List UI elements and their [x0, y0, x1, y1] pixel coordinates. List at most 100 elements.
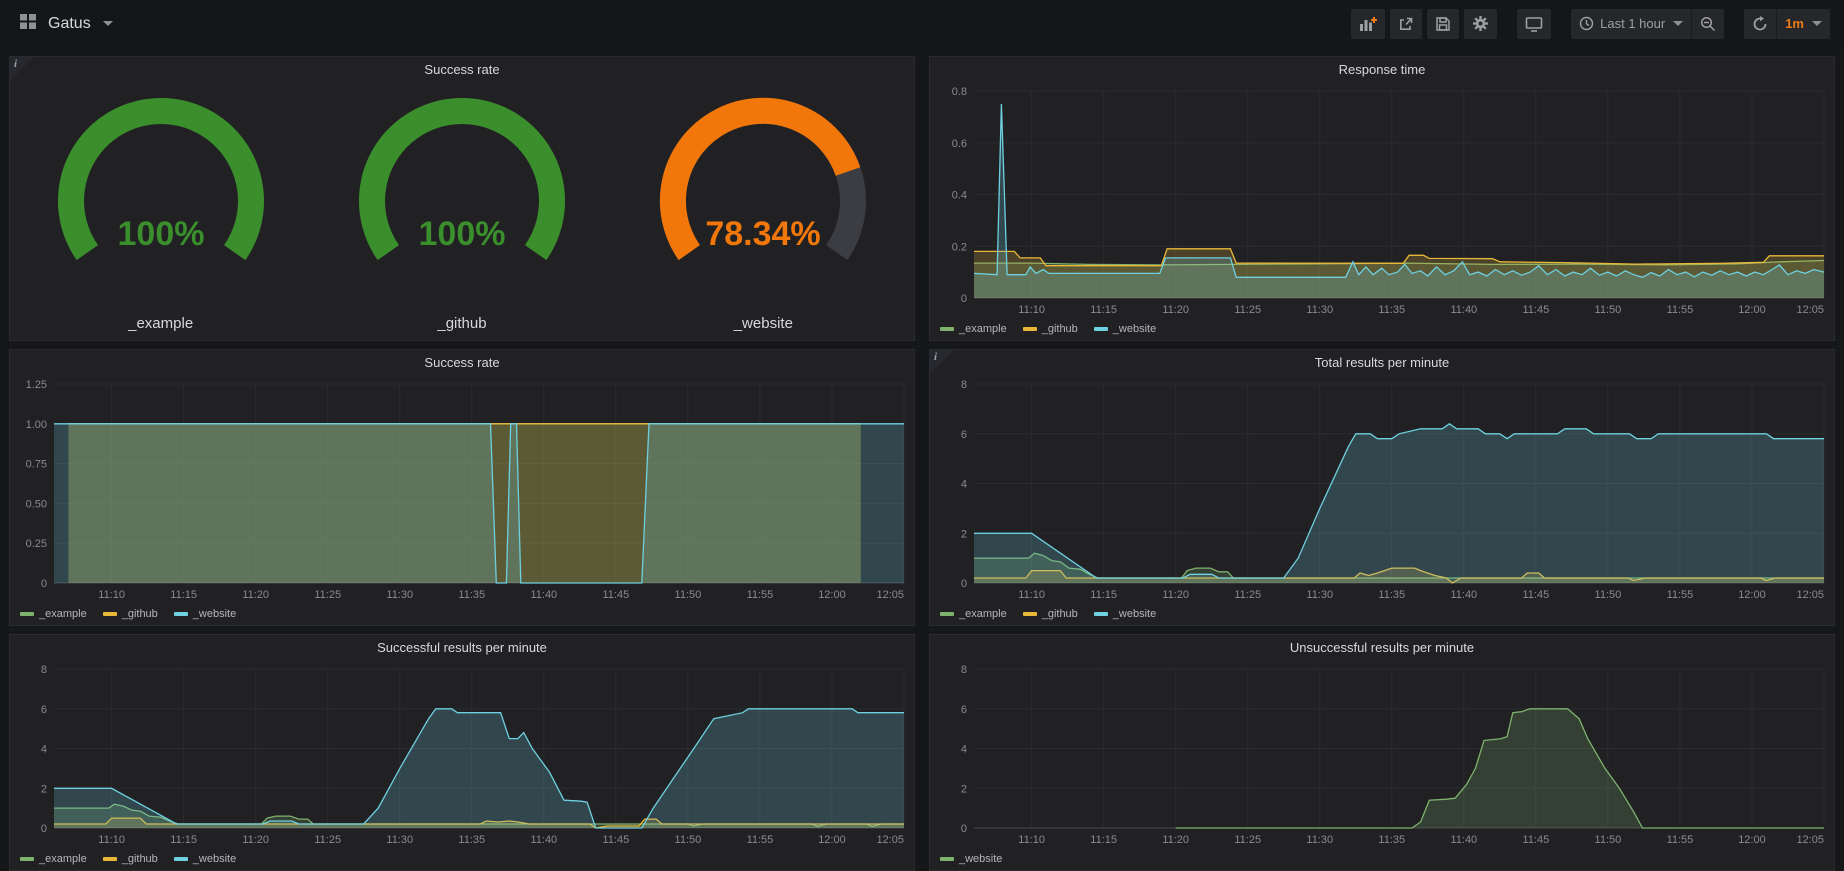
- svg-text:11:55: 11:55: [1667, 304, 1694, 316]
- time-range-picker[interactable]: Last 1 hour: [1571, 9, 1691, 39]
- svg-text:11:25: 11:25: [1234, 304, 1261, 316]
- chart-canvas[interactable]: 11:1011:1511:2011:2511:3011:3511:4011:45…: [930, 376, 1834, 603]
- svg-text:2: 2: [41, 783, 47, 795]
- svg-text:11:50: 11:50: [675, 589, 702, 601]
- series-name: _github: [122, 853, 158, 865]
- panel-title[interactable]: Success rate: [10, 57, 914, 83]
- panel-info-icon[interactable]: i: [10, 57, 34, 81]
- svg-text:11:45: 11:45: [603, 589, 630, 601]
- add-panel-icon: [1359, 16, 1377, 32]
- gauge-value: 78.34%: [706, 215, 821, 253]
- series-swatch: [174, 857, 188, 861]
- svg-text:11:55: 11:55: [1667, 834, 1694, 846]
- svg-text:12:00: 12:00: [1738, 304, 1766, 316]
- svg-text:11:45: 11:45: [1523, 304, 1550, 316]
- successful-results-chart[interactable]: 11:1011:1511:2011:2511:3011:3511:4011:45…: [10, 661, 914, 848]
- chart-canvas[interactable]: 11:1011:1511:2011:2511:3011:3511:4011:45…: [930, 661, 1834, 848]
- chart-canvas[interactable]: 11:1011:1511:2011:2511:3011:3511:4011:45…: [930, 83, 1834, 318]
- svg-text:11:50: 11:50: [1595, 834, 1622, 846]
- tv-mode-button[interactable]: [1517, 9, 1551, 39]
- legend-item[interactable]: _website: [174, 853, 236, 865]
- legend-item[interactable]: _example: [20, 608, 87, 620]
- svg-text:12:00: 12:00: [1738, 834, 1766, 846]
- svg-text:12:05: 12:05: [1796, 589, 1824, 601]
- svg-text:11:20: 11:20: [1162, 304, 1189, 316]
- panel-title[interactable]: Successful results per minute: [10, 635, 914, 661]
- time-range-label: Last 1 hour: [1600, 16, 1665, 31]
- svg-text:0: 0: [961, 293, 967, 305]
- svg-text:0: 0: [961, 823, 967, 835]
- panel-title[interactable]: Unsuccessful results per minute: [930, 635, 1834, 661]
- legend-item[interactable]: _website: [1094, 323, 1156, 335]
- series-name: _example: [39, 853, 87, 865]
- refresh-interval-picker[interactable]: 1m: [1777, 9, 1830, 39]
- chart-canvas[interactable]: 11:1011:1511:2011:2511:3011:3511:4011:45…: [10, 661, 914, 848]
- panel-title[interactable]: Total results per minute: [930, 350, 1834, 376]
- legend-item[interactable]: _example: [940, 323, 1007, 335]
- svg-text:11:30: 11:30: [1306, 304, 1333, 316]
- add-panel-button[interactable]: [1351, 9, 1385, 39]
- gauge-label: _example: [128, 315, 193, 332]
- svg-text:11:30: 11:30: [386, 589, 413, 601]
- svg-text:0.2: 0.2: [952, 241, 967, 253]
- total-results-chart[interactable]: 11:1011:1511:2011:2511:3011:3511:4011:45…: [930, 376, 1834, 603]
- svg-text:11:25: 11:25: [314, 589, 341, 601]
- legend-item[interactable]: _example: [940, 608, 1007, 620]
- panel-info-icon[interactable]: i: [930, 350, 954, 374]
- svg-text:6: 6: [41, 704, 47, 716]
- svg-text:11:25: 11:25: [1234, 834, 1261, 846]
- series-swatch: [1023, 612, 1037, 616]
- legend-item[interactable]: _github: [1023, 608, 1078, 620]
- unsuccessful-results-chart[interactable]: 11:1011:1511:2011:2511:3011:3511:4011:45…: [930, 661, 1834, 848]
- series-name: _github: [1042, 608, 1078, 620]
- save-button[interactable]: [1427, 9, 1459, 39]
- series-name: _example: [39, 608, 87, 620]
- panel-title[interactable]: Success rate: [10, 350, 914, 376]
- series-swatch: [1094, 327, 1108, 331]
- legend-item[interactable]: _website: [174, 608, 236, 620]
- zoom-out-button[interactable]: [1692, 9, 1724, 39]
- chart-legend: _example _github _website: [10, 848, 914, 870]
- chevron-down-icon: [1673, 21, 1683, 26]
- legend-item[interactable]: _website: [1094, 608, 1156, 620]
- svg-text:12:05: 12:05: [876, 589, 904, 601]
- legend-item[interactable]: _github: [1023, 323, 1078, 335]
- share-icon: [1398, 16, 1414, 32]
- svg-text:11:40: 11:40: [1450, 589, 1477, 601]
- svg-text:11:55: 11:55: [747, 589, 774, 601]
- svg-text:11:55: 11:55: [747, 834, 774, 846]
- series-name: _website: [193, 853, 236, 865]
- svg-text:11:40: 11:40: [1450, 834, 1477, 846]
- dashboard-title[interactable]: Gatus: [48, 15, 91, 33]
- svg-text:12:05: 12:05: [1796, 834, 1824, 846]
- gauge-arc: 78.34%: [618, 85, 908, 313]
- legend-item[interactable]: _example: [20, 853, 87, 865]
- save-icon: [1435, 16, 1451, 32]
- chevron-down-icon[interactable]: [103, 21, 113, 26]
- refresh-button[interactable]: [1744, 9, 1776, 39]
- dashboard-grid-icon[interactable]: [18, 11, 38, 36]
- svg-text:8: 8: [961, 379, 967, 391]
- legend-item[interactable]: _github: [103, 853, 158, 865]
- svg-text:11:15: 11:15: [1090, 304, 1117, 316]
- panel-title[interactable]: Response time: [930, 57, 1834, 83]
- svg-text:0: 0: [41, 578, 47, 590]
- panel-success-rate-graph: Success rate 11:1011:1511:2011:2511:3011…: [9, 349, 915, 626]
- svg-text:11:45: 11:45: [1523, 589, 1550, 601]
- chart-legend: _website: [930, 848, 1834, 870]
- gauge-row: 100%_example100%_github78.34%_website: [10, 83, 914, 340]
- series-name: _example: [959, 323, 1007, 335]
- legend-item[interactable]: _github: [103, 608, 158, 620]
- settings-button[interactable]: [1464, 9, 1497, 39]
- series-name: _github: [1042, 323, 1078, 335]
- success-rate-chart[interactable]: 11:1011:1511:2011:2511:3011:3511:4011:45…: [10, 376, 914, 603]
- panel-total-results: i Total results per minute 11:1011:1511:…: [929, 349, 1835, 626]
- svg-text:11:35: 11:35: [1378, 834, 1405, 846]
- response-time-chart[interactable]: 11:1011:1511:2011:2511:3011:3511:4011:45…: [930, 83, 1834, 318]
- chart-canvas[interactable]: 11:1011:1511:2011:2511:3011:3511:4011:45…: [10, 376, 914, 603]
- share-button[interactable]: [1390, 9, 1422, 39]
- gauge-value: 100%: [419, 215, 506, 253]
- svg-text:12:00: 12:00: [1738, 589, 1766, 601]
- legend-item[interactable]: _website: [940, 853, 1002, 865]
- svg-text:11:50: 11:50: [1595, 589, 1622, 601]
